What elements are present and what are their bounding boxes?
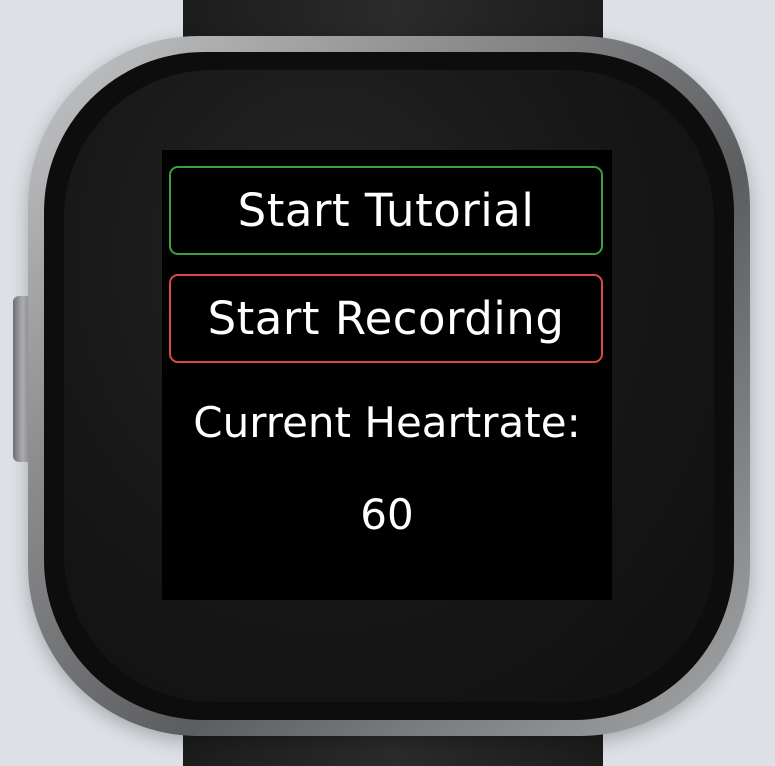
watch-screen: Start Tutorial Start Recording Current H… <box>162 150 612 600</box>
heartrate-value: 60 <box>360 490 414 539</box>
start-recording-button[interactable]: Start Recording <box>169 274 603 363</box>
start-tutorial-button[interactable]: Start Tutorial <box>169 166 603 255</box>
device-frame: Start Tutorial Start Recording Current H… <box>0 0 775 766</box>
heartrate-label: Current Heartrate: <box>193 398 581 447</box>
